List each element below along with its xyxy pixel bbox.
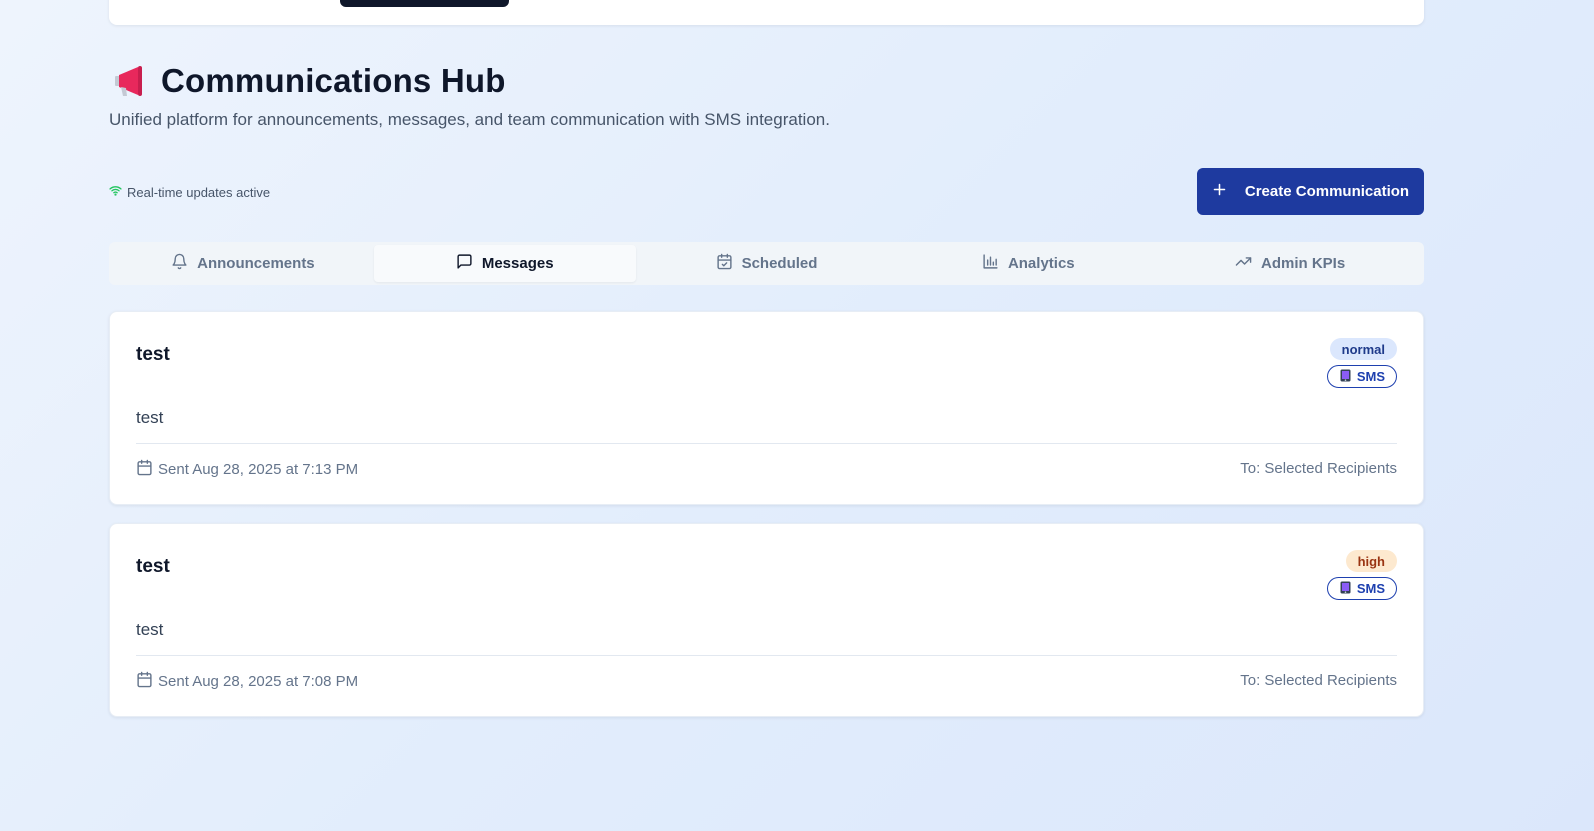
message-body: test [136,408,164,427]
tab-label: Analytics [1007,255,1075,272]
priority-badge: high [1345,550,1397,572]
sent-info: Sent Aug 28, 2025 at 7:08 PM [136,671,358,692]
bell-icon [171,253,188,274]
tab-label: Announcements [197,255,315,272]
sent-info: Sent Aug 28, 2025 at 7:13 PM [136,459,358,480]
sms-badge: SMS [1326,577,1397,600]
tab-analytics[interactable]: Analytics [897,245,1159,282]
tab-label: Admin KPIs [1260,255,1346,272]
tab-announcements[interactable]: Announcements [112,245,374,282]
divider [136,443,1397,444]
sms-badge-label: SMS [1356,581,1385,596]
message-card[interactable]: test high SMS test Sent Aug 28, 2025 at … [109,523,1424,717]
message-body: test [136,620,164,639]
tab-bar: Announcements Messages Scheduled Analyti… [109,242,1424,285]
realtime-status-text: Real-time updates active [127,184,271,200]
megaphone-icon [109,61,149,101]
page-subtitle: Unified platform for announcements, mess… [109,110,830,129]
bar-chart-icon [982,253,999,274]
title-row: Communications Hub [109,60,1009,102]
recipients: To: Selected Recipients [1240,672,1397,689]
message-title: test [136,556,170,577]
calendar-check-icon [716,253,733,274]
trending-up-icon [1235,253,1252,274]
tab-label: Scheduled [741,255,818,272]
phone-icon [1340,581,1351,597]
phone-icon [1340,369,1351,385]
sms-badge-label: SMS [1356,369,1385,384]
tab-scheduled[interactable]: Scheduled [636,245,898,282]
page-title: Communications Hub [161,62,506,99]
top-card-button[interactable] [340,0,509,7]
tab-label: Messages [481,255,554,272]
sent-timestamp: Sent Aug 28, 2025 at 7:08 PM [158,673,359,690]
tab-messages[interactable]: Messages [373,245,636,282]
realtime-status: Real-time updates active [109,184,270,200]
create-communication-button[interactable]: Create Communication [1197,168,1424,215]
message-badges: normal SMS [1326,338,1397,388]
message-title: test [136,344,170,365]
wifi-icon [109,184,122,200]
sent-timestamp: Sent Aug 28, 2025 at 7:13 PM [158,461,359,478]
page-header: Communications Hub Unified platform for … [109,60,1009,130]
sms-badge: SMS [1326,365,1397,388]
divider [136,655,1397,656]
create-communication-label: Create Communication [1244,183,1410,200]
recipients: To: Selected Recipients [1240,460,1397,477]
message-card[interactable]: test normal SMS test Sent Aug 28, 2025 a… [109,311,1424,505]
message-square-icon [456,253,473,274]
priority-badge: normal [1329,338,1397,360]
calendar-icon [136,459,153,480]
message-badges: high SMS [1326,550,1397,600]
top-card [109,0,1424,25]
plus-icon [1212,182,1227,201]
calendar-icon [136,671,153,692]
tab-admin-kpis[interactable]: Admin KPIs [1159,245,1421,282]
